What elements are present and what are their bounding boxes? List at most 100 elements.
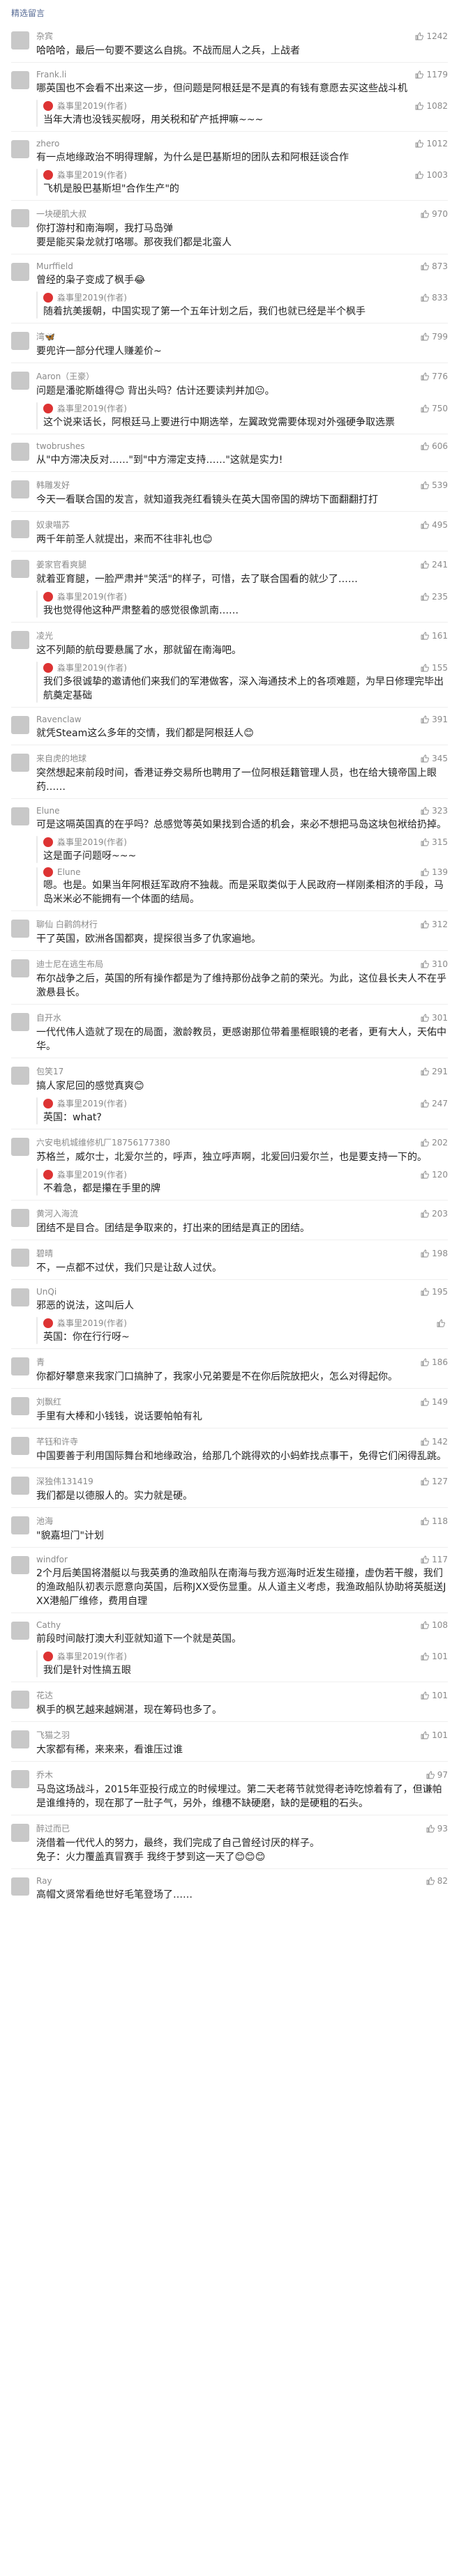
avatar[interactable] xyxy=(11,716,29,734)
comment-body: UnQi 195 邪恶的说法，这叫后人 淼事里2019(作者) 英国：你在行行呀~ xyxy=(36,1287,448,1344)
reply-like-button[interactable]: 101 xyxy=(421,1652,448,1661)
like-button[interactable]: 323 xyxy=(421,806,448,816)
avatar[interactable] xyxy=(11,1877,29,1896)
reply-like-button[interactable]: 1082 xyxy=(415,101,448,111)
avatar[interactable] xyxy=(11,332,29,350)
like-button[interactable]: 539 xyxy=(421,480,448,490)
like-button[interactable]: 149 xyxy=(421,1397,448,1407)
reply-like-button[interactable]: 120 xyxy=(421,1170,448,1180)
like-button[interactable]: 117 xyxy=(421,1555,448,1564)
like-count: 301 xyxy=(432,1012,448,1023)
avatar[interactable] xyxy=(11,1397,29,1415)
like-button[interactable]: 873 xyxy=(421,261,448,271)
like-count: 139 xyxy=(432,867,448,877)
avatar[interactable] xyxy=(11,209,29,227)
avatar[interactable] xyxy=(11,631,29,649)
avatar[interactable] xyxy=(11,1516,29,1534)
avatar[interactable] xyxy=(11,560,29,578)
like-button[interactable]: 970 xyxy=(421,209,448,219)
like-button[interactable]: 97 xyxy=(426,1770,448,1780)
avatar[interactable] xyxy=(11,1824,29,1842)
avatar[interactable] xyxy=(11,71,29,89)
like-button[interactable]: 108 xyxy=(421,1620,448,1630)
like-button[interactable]: 142 xyxy=(421,1437,448,1447)
like-button[interactable]: 291 xyxy=(421,1067,448,1076)
avatar[interactable] xyxy=(11,1209,29,1227)
like-button[interactable]: 93 xyxy=(426,1824,448,1834)
avatar[interactable] xyxy=(11,807,29,825)
like-button[interactable]: 391 xyxy=(421,715,448,724)
avatar[interactable] xyxy=(11,1249,29,1267)
reply-body: 淼事里2019(作者) 1003 飞机是股巴基斯坦"合作生产"的 xyxy=(43,169,448,196)
comments-page: 精选留言 杂宾 1242 哈哈哈，最后一句要不要这么自挑。不战而屈人之兵，上战者 F… xyxy=(0,0,459,1906)
like-button[interactable]: 310 xyxy=(421,959,448,969)
like-button[interactable]: 345 xyxy=(421,754,448,763)
like-button[interactable]: 1012 xyxy=(415,139,448,148)
reply-author-name: 淼事里2019(作者) xyxy=(57,293,127,303)
reply-like-button[interactable]: 139 xyxy=(421,867,448,877)
avatar[interactable] xyxy=(11,1138,29,1156)
like-button[interactable]: 1179 xyxy=(415,70,448,79)
avatar[interactable] xyxy=(11,1437,29,1455)
thumbs-up-icon xyxy=(421,1099,432,1108)
avatar[interactable] xyxy=(11,140,29,158)
like-button[interactable]: 101 xyxy=(421,1691,448,1700)
comment-body: 飞猫之羽 101 大家都有稀，来来来，看谁压过谁 xyxy=(36,1729,448,1757)
avatar[interactable] xyxy=(11,1691,29,1709)
like-button[interactable]: 799 xyxy=(421,332,448,342)
like-button[interactable]: 495 xyxy=(421,520,448,530)
avatar[interactable] xyxy=(11,1013,29,1031)
comment-nickname: 杂宾 xyxy=(36,31,54,41)
like-count: 495 xyxy=(432,519,448,530)
avatar[interactable] xyxy=(11,1357,29,1375)
avatar[interactable] xyxy=(11,443,29,461)
avatar[interactable] xyxy=(11,1556,29,1574)
avatar[interactable] xyxy=(11,1067,29,1085)
comment-text: 就凭Steam这么多年的交情，我们都是阿根廷人😊 xyxy=(36,728,254,739)
like-button[interactable]: 198 xyxy=(421,1249,448,1258)
like-button[interactable]: 203 xyxy=(421,1209,448,1219)
thumbs-up-icon xyxy=(421,262,432,270)
like-button[interactable]: 186 xyxy=(421,1357,448,1367)
reply-like-button[interactable] xyxy=(437,1319,448,1327)
reply-body: 淼事里2019(作者) 155 我们多很诚挚的邀请他们来我们的军港做客，深入海通技… xyxy=(43,662,448,703)
avatar[interactable] xyxy=(11,1288,29,1306)
reply-like-button[interactable]: 247 xyxy=(421,1099,448,1108)
reply-like-button[interactable]: 833 xyxy=(421,293,448,303)
like-button[interactable]: 202 xyxy=(421,1138,448,1148)
like-count: 97 xyxy=(437,1769,448,1780)
reply-text: 我也觉得他这种严肃整着的感觉很像凯南…… xyxy=(43,605,239,616)
avatar[interactable] xyxy=(11,263,29,281)
like-button[interactable]: 82 xyxy=(426,1876,448,1886)
like-button[interactable]: 606 xyxy=(421,441,448,451)
like-count: 1179 xyxy=(426,70,448,79)
reply-like-button[interactable]: 315 xyxy=(421,837,448,847)
like-button[interactable]: 301 xyxy=(421,1013,448,1023)
reply-like-button[interactable]: 1003 xyxy=(415,170,448,180)
like-button[interactable]: 241 xyxy=(421,560,448,570)
avatar[interactable] xyxy=(11,372,29,390)
reply-like-button[interactable]: 750 xyxy=(421,404,448,413)
like-button[interactable]: 127 xyxy=(421,1477,448,1486)
like-button[interactable]: 118 xyxy=(421,1516,448,1526)
avatar[interactable] xyxy=(11,1730,29,1748)
like-button[interactable]: 101 xyxy=(421,1730,448,1740)
avatar[interactable] xyxy=(11,520,29,538)
reply-like-button[interactable]: 155 xyxy=(421,663,448,673)
avatar[interactable] xyxy=(11,920,29,938)
avatar[interactable] xyxy=(11,31,29,49)
avatar[interactable] xyxy=(11,1622,29,1640)
avatar[interactable] xyxy=(11,480,29,498)
like-count: 142 xyxy=(432,1436,448,1447)
like-button[interactable]: 195 xyxy=(421,1287,448,1297)
avatar[interactable] xyxy=(11,959,29,977)
like-button[interactable]: 161 xyxy=(421,631,448,641)
avatar[interactable] xyxy=(11,1477,29,1495)
like-button[interactable]: 312 xyxy=(421,920,448,929)
reply-like-button[interactable]: 235 xyxy=(421,592,448,602)
avatar[interactable] xyxy=(11,754,29,772)
comment-item: Murffield 873 曾经的枭子变成了枫手😂 淼事里2019(作者) 833 随… xyxy=(0,254,459,323)
like-button[interactable]: 776 xyxy=(421,372,448,381)
avatar[interactable] xyxy=(11,1770,29,1788)
like-button[interactable]: 1242 xyxy=(415,31,448,41)
